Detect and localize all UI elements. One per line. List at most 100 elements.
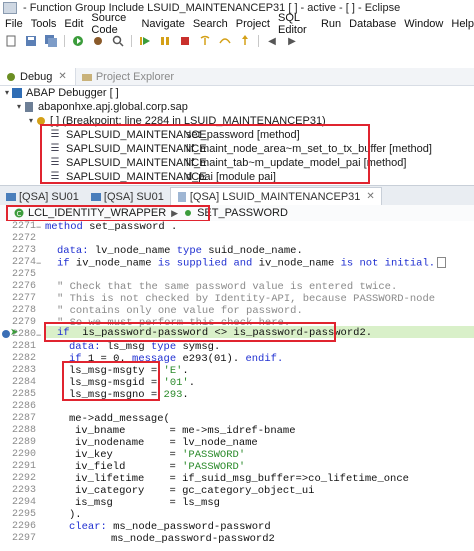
suspend-icon[interactable] (158, 35, 172, 47)
code-token: . (188, 377, 196, 389)
chevron-down-icon[interactable]: ▾ (26, 116, 36, 125)
search-icon[interactable] (111, 35, 125, 47)
step-into-icon[interactable] (198, 35, 212, 47)
eclipse-app-icon (3, 2, 17, 14)
code-token: data: (57, 245, 89, 257)
line-number: 2287 (11, 413, 36, 424)
fold-marker-icon[interactable]: − (36, 330, 41, 340)
annotation-box-message (62, 361, 160, 401)
debug-view-tabs: Debug ✕ Project Explorer (0, 68, 474, 86)
step-return-icon[interactable] (238, 35, 252, 47)
tab-project-explorer[interactable]: Project Explorer (76, 68, 182, 85)
line-number: 2283 (11, 365, 36, 376)
code-token: is not initial. (340, 257, 436, 270)
main-toolbar: ◀ ▶ (0, 33, 474, 49)
menu-bar: File Tools Edit Source Code Navigate Sea… (0, 12, 474, 36)
annotation-box-stack (40, 124, 370, 184)
code-line: clear: ms_node_password-password (69, 521, 271, 533)
chevron-down-icon[interactable]: ▾ (2, 88, 12, 97)
code-line: ). (69, 509, 82, 521)
close-icon[interactable]: ✕ (366, 191, 374, 202)
breadcrumb-method[interactable]: SET_PASSWORD (197, 207, 288, 219)
code-token: endif. (245, 353, 284, 365)
code-string: '01' (163, 377, 189, 389)
tab-lsuid-maintenancep31[interactable]: [QSA] LSUID_MAINTENANCEP31 ✕ (169, 187, 382, 205)
debug-icon[interactable] (91, 35, 105, 47)
menu-help[interactable]: Help (451, 18, 474, 30)
editor-tabs: [QSA] SU01 [QSA] SU01 [QSA] LSUID_MAINTE… (0, 185, 474, 206)
code-line: iv_lifetime = if_suid_msg_buffer=>co_lif… (75, 473, 409, 485)
run-icon[interactable] (71, 35, 85, 47)
line-number: 2284 (11, 377, 36, 388)
code-token: e293(01). (176, 353, 246, 365)
menu-database[interactable]: Database (349, 18, 396, 30)
menu-file[interactable]: File (5, 18, 23, 30)
code-token: if (57, 257, 70, 270)
code-line: iv_bname = me->ms_idref-bname (75, 425, 296, 437)
step-over-icon[interactable] (218, 35, 232, 47)
menu-run[interactable]: Run (321, 18, 341, 30)
tree-row-host[interactable]: ▾ abaponhxe.apj.global.corp.sap (14, 100, 188, 113)
code-token: . (182, 389, 189, 401)
code-token: type (150, 341, 177, 353)
code-line: me->add_message( (69, 413, 170, 425)
menu-window[interactable]: Window (404, 18, 443, 30)
tab-project-explorer-label: Project Explorer (95, 70, 175, 83)
chevron-down-icon[interactable]: ▾ (14, 102, 24, 111)
code-comment: " Check that the same password value is … (57, 281, 398, 293)
line-number: 2294 (11, 497, 36, 508)
abap-debugger-icon (12, 87, 22, 98)
line-number: 2286 (11, 401, 36, 412)
line-number: 2278 (11, 305, 36, 316)
menu-tools[interactable]: Tools (31, 18, 57, 30)
code-string: 'PASSWORD' (182, 461, 246, 473)
line-number: 2276 (11, 281, 36, 292)
code-string: 'PASSWORD' (182, 449, 246, 461)
code-token: lv_node_name (88, 245, 177, 257)
execution-arrow-icon: ➤ (10, 327, 19, 338)
terminate-icon[interactable] (178, 35, 192, 47)
fold-marker-icon[interactable]: − (36, 222, 41, 232)
resume-icon[interactable] (138, 35, 152, 47)
code-token: method (45, 221, 83, 233)
line-number: 2271 (11, 221, 36, 232)
line-number: 2282 (11, 353, 36, 364)
back-icon[interactable]: ◀ (265, 35, 279, 47)
code-line: method set_password . (45, 221, 177, 233)
line-number: 2292 (11, 473, 36, 484)
tab-debug[interactable]: Debug ✕ (0, 68, 76, 85)
tab-su01[interactable]: [QSA] SU01 (85, 188, 170, 205)
new-icon[interactable] (4, 35, 18, 47)
menu-navigate[interactable]: Navigate (141, 18, 184, 30)
tree-row-debugger[interactable]: ▾ ABAP Debugger [ ] (2, 86, 119, 99)
forward-icon[interactable]: ▶ (285, 35, 299, 47)
tab-debug-label: Debug (20, 70, 53, 83)
tab-label: [QSA] SU01 (19, 190, 79, 203)
code-token: set_password . (82, 221, 178, 233)
code-token: ls_msg (100, 341, 151, 353)
line-number: 2290 (11, 449, 36, 460)
save-all-icon[interactable] (44, 35, 58, 47)
code-line: if iv_node_name is supplied and iv_node_… (57, 257, 447, 270)
code-line: is_msg = ls_msg (75, 497, 220, 509)
tab-su01[interactable]: [QSA] SU01 (0, 188, 85, 205)
code-line: iv_field = 'PASSWORD' (75, 461, 245, 473)
fold-marker-icon[interactable]: − (36, 258, 41, 268)
sap-gui-icon (6, 192, 16, 201)
code-token: iv_field = (75, 461, 183, 473)
menu-edit[interactable]: Edit (64, 18, 83, 30)
close-icon[interactable]: ✕ (58, 71, 66, 82)
menu-search[interactable]: Search (193, 18, 228, 30)
host-label: abaponhxe.apj.global.corp.sap (38, 100, 188, 113)
breakpoint-icon[interactable] (2, 330, 10, 338)
save-icon[interactable] (24, 35, 38, 47)
menu-project[interactable]: Project (236, 18, 270, 30)
toolbar-separator (258, 35, 259, 47)
tab-label: [QSA] SU01 (103, 190, 164, 203)
code-token: ms_node_password-password (106, 521, 271, 533)
bug-icon (7, 72, 15, 81)
folded-block-icon[interactable] (437, 257, 447, 268)
code-token: is supplied and (157, 257, 253, 270)
line-number: 2295 (11, 509, 36, 520)
line-number: 2272 (11, 233, 36, 244)
